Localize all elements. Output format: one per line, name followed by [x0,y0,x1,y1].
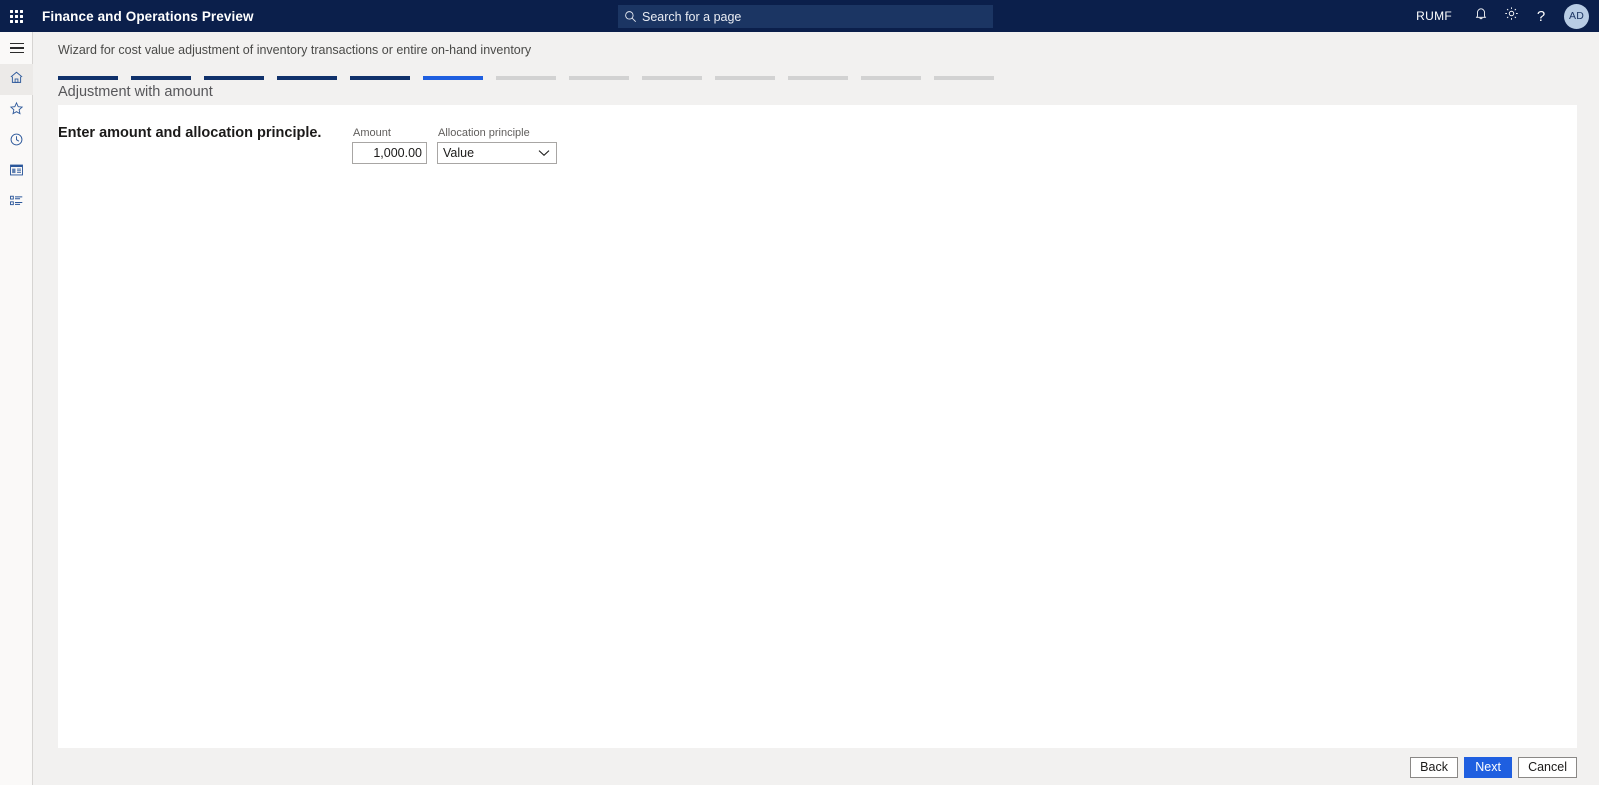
wizard-content-panel: Enter amount and allocation principle. A… [58,105,1577,748]
home-icon [9,70,24,90]
amount-input[interactable] [352,142,427,164]
search-box[interactable]: Search for a page [618,5,993,28]
wizard-step-bar [715,76,775,80]
search-input[interactable]: Search for a page [642,10,741,24]
navigation-menu-button[interactable] [0,32,33,64]
wizard-step-progress [58,76,1007,80]
app-title: Finance and Operations Preview [42,8,254,24]
top-navigation-bar: Finance and Operations Preview Search fo… [0,0,1599,32]
wizard-step-bar [861,76,921,80]
next-button[interactable]: Next [1464,756,1513,778]
form-field-group: Amount Allocation principle Value [352,127,557,164]
wizard-step-bar [569,76,629,80]
allocation-principle-field-wrapper: Allocation principle Value [437,127,557,164]
search-icon [618,5,642,28]
avatar[interactable]: AD [1564,3,1589,29]
bell-icon [1474,6,1488,26]
question-mark-icon: ? [1536,7,1546,25]
wizard-step-bar [58,76,118,80]
wizard-step-bar [131,76,191,80]
rail-item-recent[interactable] [0,126,33,157]
wizard-step-title: Adjustment with amount [58,84,213,100]
back-button[interactable]: Back [1410,756,1459,778]
main-content-area: Wizard for cost value adjustment of inve… [34,32,1599,785]
hamburger-icon [9,42,24,54]
rail-item-home[interactable] [0,64,33,95]
rail-item-workspaces[interactable] [0,157,33,188]
waffle-menu-button[interactable] [0,0,32,32]
clock-icon [9,132,24,152]
rail-item-modules[interactable] [0,188,33,219]
waffle-grid-icon [9,9,23,23]
wizard-step-bar [350,76,410,80]
company-selector[interactable]: RUMF [1416,9,1452,23]
chevron-down-icon [538,144,550,162]
amount-label: Amount [353,127,391,139]
amount-field-wrapper: Amount [352,127,427,164]
allocation-principle-value: Value [443,146,475,160]
rail-item-favorites[interactable] [0,95,33,126]
wizard-caption: Wizard for cost value adjustment of inve… [58,43,532,57]
wizard-step-bar [277,76,337,80]
wizard-step-bar [423,76,483,80]
workspace-tile-icon [9,163,24,182]
cancel-button[interactable]: Cancel [1518,756,1577,778]
allocation-principle-label: Allocation principle [438,127,530,139]
star-icon [9,101,24,121]
wizard-footer: Back Next Cancel [34,749,1599,785]
wizard-step-bar [934,76,994,80]
list-modules-icon [9,194,24,213]
wizard-step-bar [788,76,848,80]
allocation-principle-select[interactable]: Value [437,142,557,164]
wizard-step-bar [204,76,264,80]
section-heading: Enter amount and allocation principle. [58,125,322,141]
notifications-button[interactable] [1466,0,1496,32]
gear-icon [1504,6,1519,26]
help-button[interactable]: ? [1526,0,1556,32]
wizard-step-bar [642,76,702,80]
left-navigation-rail [0,32,33,785]
topbar-right-group: RUMF ? AD [1416,0,1599,32]
wizard-step-bar [496,76,556,80]
settings-button[interactable] [1496,0,1526,32]
